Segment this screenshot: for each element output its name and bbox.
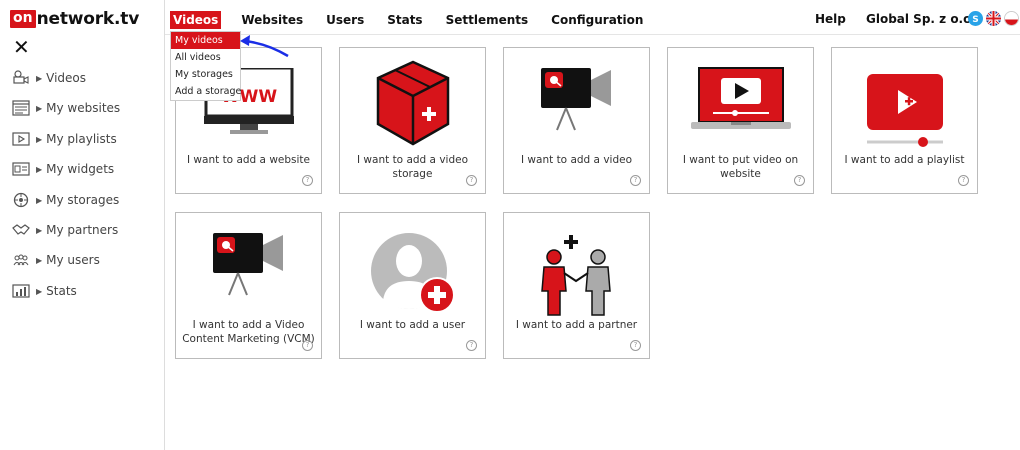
card-label: I want to add a playlist (844, 154, 965, 166)
storage-icon (13, 192, 29, 208)
sidebar-item-my-widgets[interactable]: ▶ My widgets (12, 159, 114, 179)
logo-text: network.tv (36, 9, 140, 29)
card-label: I want to add a website (187, 154, 310, 166)
sidebar-item-label: Videos (46, 71, 87, 85)
card-label: I want to add a partner (515, 319, 638, 331)
help-icon[interactable]: ? (630, 175, 641, 186)
help-icon[interactable]: ? (466, 175, 477, 186)
expand-arrow-icon: ▶ (36, 255, 43, 265)
brand-logo[interactable]: on network.tv (10, 9, 139, 29)
sidebar-item-label: My widgets (46, 162, 115, 176)
uk-flag-icon[interactable] (986, 11, 1001, 26)
sidebar-item-label: My playlists (46, 132, 117, 146)
help-link[interactable]: Help (815, 12, 846, 26)
nav-videos[interactable]: Videos (170, 11, 222, 29)
nav-websites[interactable]: Websites (238, 11, 306, 29)
menu-item-add-storage[interactable]: Add a storage (171, 83, 241, 100)
partner-add-icon (541, 235, 611, 316)
video-camera-icon (541, 68, 611, 131)
expand-arrow-icon: ▶ (36, 73, 43, 83)
users-icon (13, 254, 29, 266)
pl-flag-icon[interactable] (1004, 11, 1019, 26)
close-menu-button[interactable]: ✕ (13, 37, 30, 57)
card-add-user[interactable]: I want to add a user ? (339, 212, 486, 359)
card-add-vcm[interactable]: I want to add a Video Content Marketing … (175, 212, 322, 359)
nav-users[interactable]: Users (323, 11, 367, 29)
card-add-playlist[interactable]: I want to add a playlist ? (831, 47, 978, 194)
sidebar-item-label: My storages (46, 193, 120, 207)
expand-arrow-icon: ▶ (36, 225, 43, 235)
menu-item-my-storages[interactable]: My storages (171, 66, 240, 83)
videos-dropdown-menu: My videos All videos My storages Add a s… (170, 31, 241, 101)
skype-icon[interactable]: S (968, 11, 983, 26)
menu-item-my-videos[interactable]: My videos (171, 32, 240, 49)
help-icon[interactable]: ? (302, 175, 313, 186)
sidebar-item-my-websites[interactable]: ▶ My websites (12, 98, 120, 118)
sidebar-item-label: My partners (46, 223, 119, 237)
expand-arrow-icon: ▶ (36, 286, 43, 296)
sidebar-item-label: Stats (46, 284, 77, 298)
help-icon[interactable]: ? (794, 175, 805, 186)
red-box-icon (376, 60, 450, 146)
card-add-partner[interactable]: I want to add a partner ? (503, 212, 650, 359)
sidebar-item-label: My websites (46, 101, 121, 115)
card-add-video-storage[interactable]: I want to add a video storage ? (339, 47, 486, 194)
card-label: I want to add a video storage (357, 154, 468, 180)
expand-arrow-icon: ▶ (36, 164, 43, 174)
card-put-video-on-website[interactable]: I want to put video on website ? (667, 47, 814, 194)
sidebar-item-label: My users (46, 253, 100, 267)
video-camera-icon (213, 233, 283, 296)
playlist-icon (12, 132, 30, 146)
logo-on: on (10, 10, 36, 28)
sidebar-item-my-users[interactable]: ▶ My users (12, 250, 100, 270)
card-label: I want to put video on website (682, 154, 799, 180)
header-divider (165, 34, 1020, 35)
sidebar-item-my-storages[interactable]: ▶ My storages (12, 190, 119, 210)
top-navigation: Videos Websites Users Stats Settlements … (170, 10, 663, 30)
card-label: I want to add a user (359, 319, 466, 331)
card-add-video[interactable]: I want to add a video ? (503, 47, 650, 194)
pointer-arrow-icon (240, 35, 289, 58)
user-add-icon (371, 233, 455, 313)
nav-settlements[interactable]: Settlements (443, 11, 532, 29)
expand-arrow-icon: ▶ (36, 134, 43, 144)
card-label: I want to add a video (521, 154, 632, 166)
sidebar-item-stats[interactable]: ▶ Stats (12, 281, 77, 301)
handshake-icon (12, 224, 30, 235)
sidebar-item-videos[interactable]: ▶ Videos (12, 68, 86, 88)
help-icon[interactable]: ? (958, 175, 969, 186)
nav-configuration[interactable]: Configuration (548, 11, 646, 29)
menu-item-all-videos[interactable]: All videos (171, 49, 240, 66)
playlist-player-icon (867, 74, 943, 147)
stats-icon (12, 284, 30, 298)
expand-arrow-icon: ▶ (36, 195, 43, 205)
help-icon[interactable]: ? (630, 340, 641, 351)
expand-arrow-icon: ▶ (36, 103, 43, 113)
card-label: I want to add a Video Content Marketing … (182, 319, 315, 345)
sidebar-item-my-partners[interactable]: ▶ My partners (12, 220, 118, 240)
sidebar-item-my-playlists[interactable]: ▶ My playlists (12, 129, 117, 149)
nav-stats[interactable]: Stats (384, 11, 425, 29)
account-name[interactable]: Global Sp. z o.o. (866, 12, 976, 26)
svg-text:S: S (972, 15, 978, 25)
laptop-play-icon (691, 67, 791, 129)
help-icon[interactable]: ? (466, 340, 477, 351)
video-camera-icon (13, 70, 29, 84)
help-icon[interactable]: ? (302, 340, 313, 351)
website-icon (12, 100, 30, 116)
widget-icon (12, 162, 30, 176)
